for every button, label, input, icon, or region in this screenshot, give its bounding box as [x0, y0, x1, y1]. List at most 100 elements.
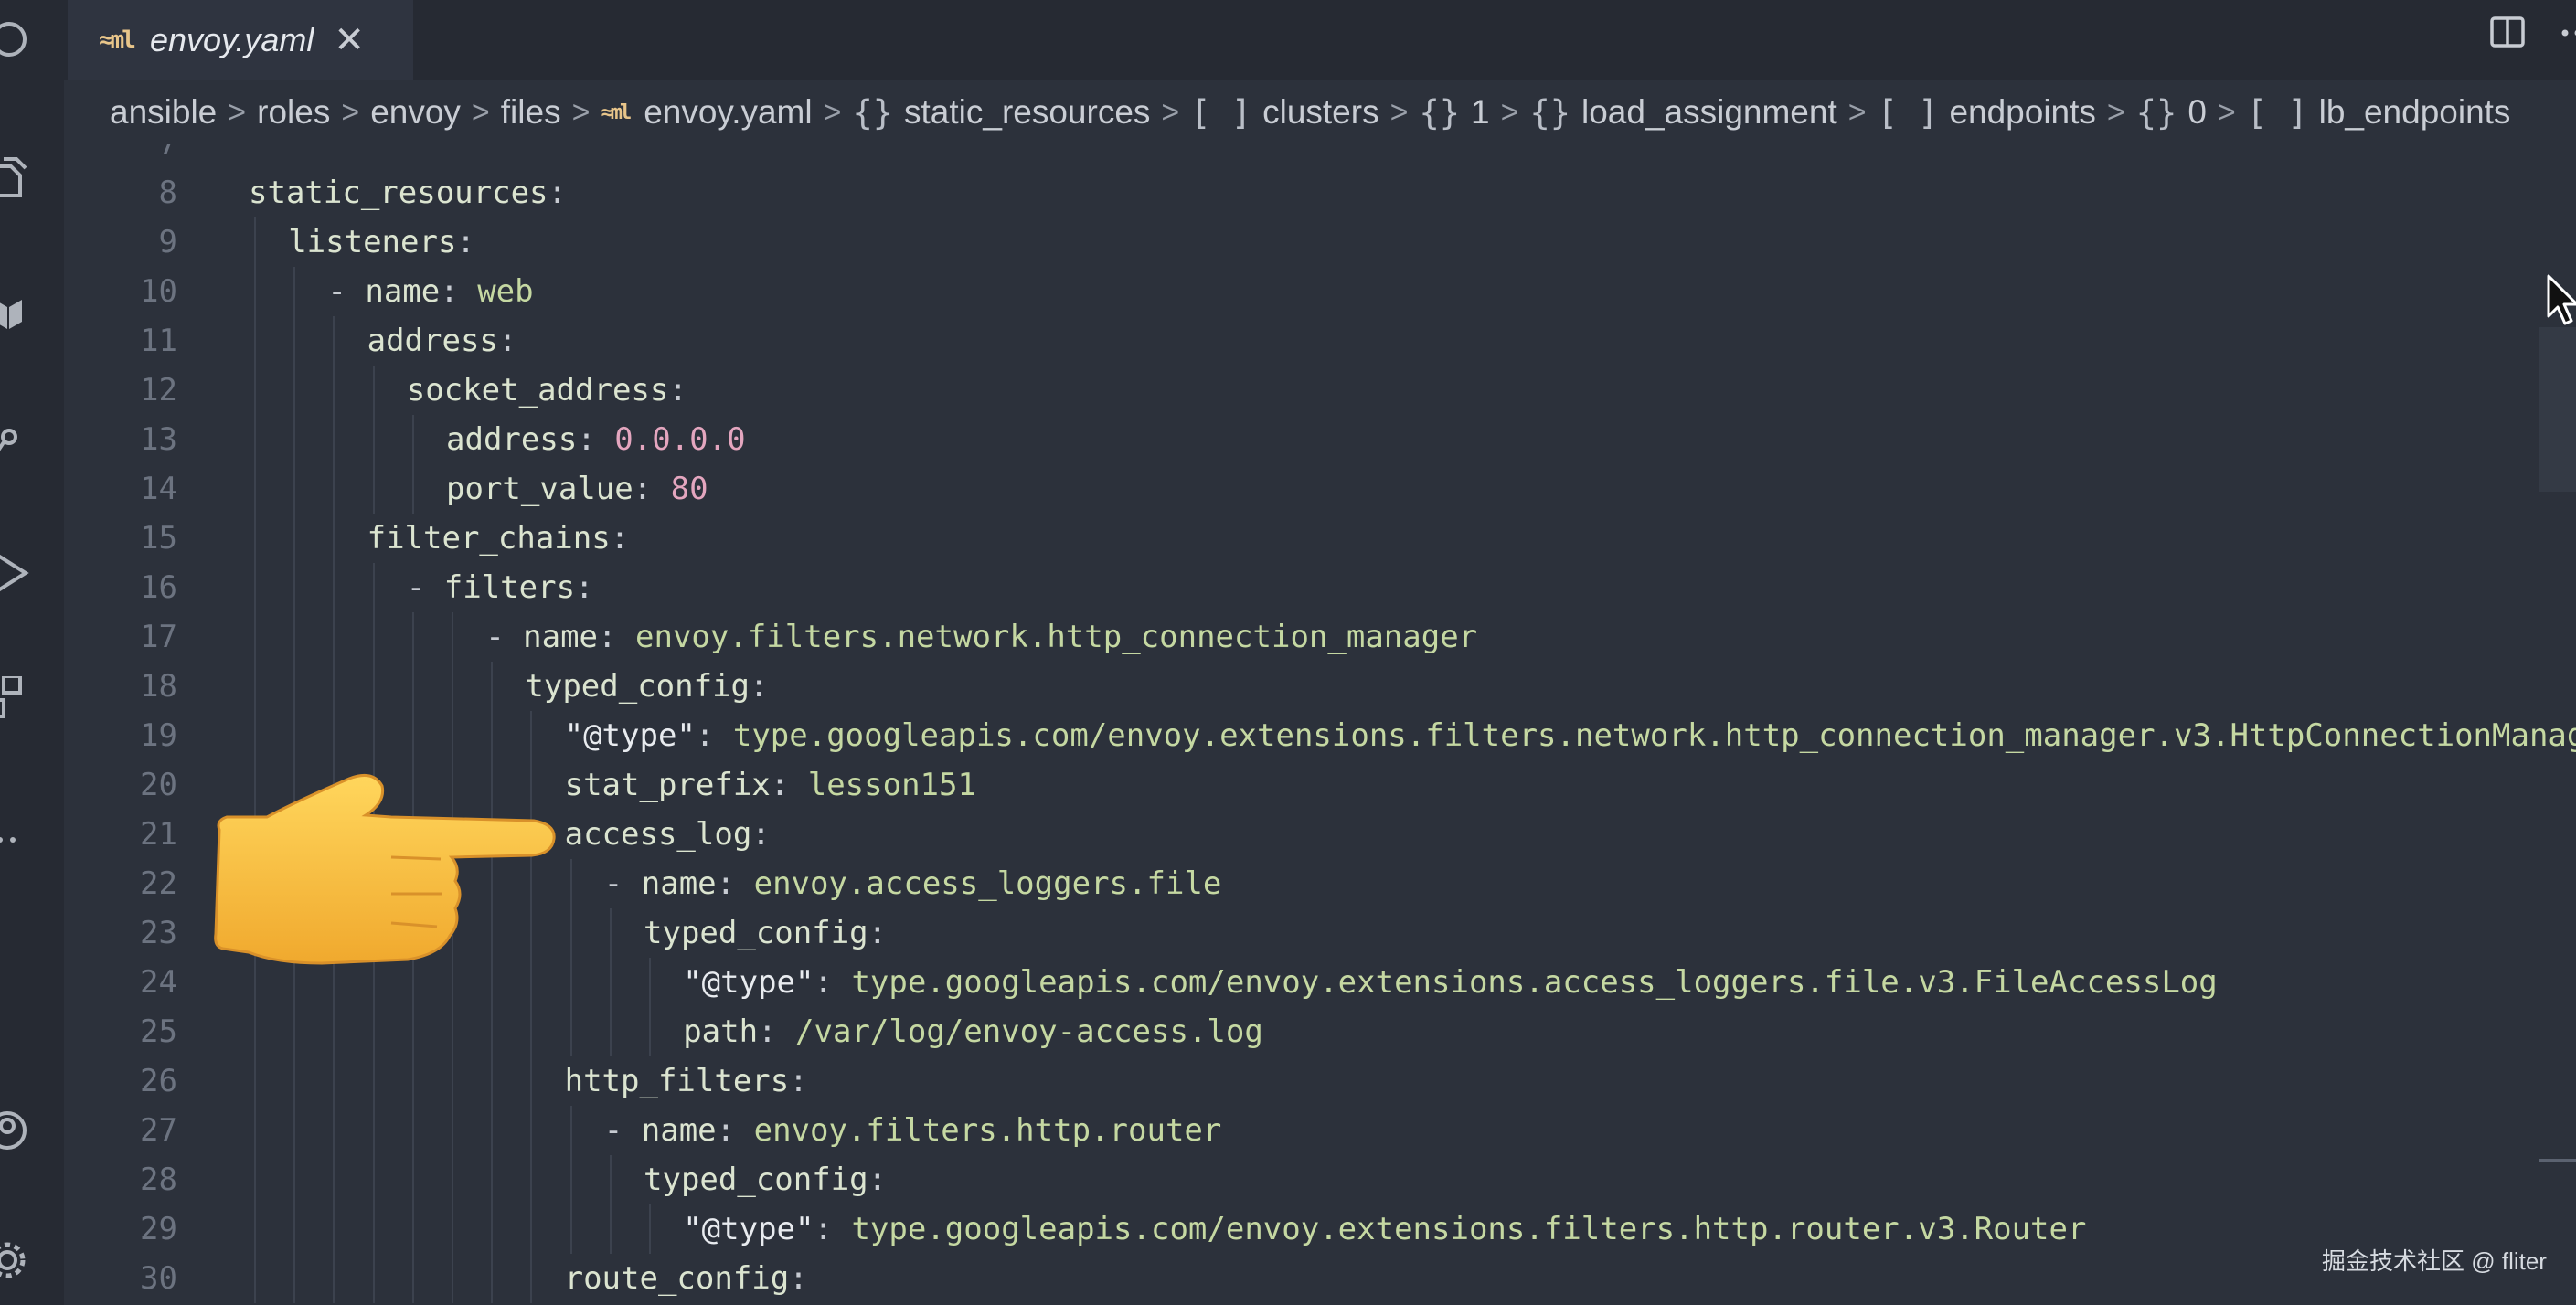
indent-guide	[372, 1204, 375, 1254]
run-debug-icon[interactable]	[0, 552, 37, 594]
breadcrumb-item[interactable]: files	[501, 93, 561, 132]
code-line[interactable]: 9 listeners:	[64, 218, 2550, 267]
breadcrumb-item[interactable]: {} 0	[2136, 93, 2207, 133]
code-line[interactable]: 28 typed_config:	[64, 1155, 2550, 1204]
indent-guide	[372, 563, 375, 612]
breadcrumb-item[interactable]: ansible	[110, 93, 217, 132]
breadcrumb-item[interactable]: [ ] lb_endpoints	[2247, 93, 2511, 133]
breadcrumb-item[interactable]: ≈ml envoy.yaml	[601, 93, 812, 132]
code-line[interactable]: 12 socket_address:	[64, 366, 2550, 415]
indent-guide	[372, 1106, 375, 1155]
yaml-key: access_log	[564, 816, 752, 853]
breadcrumb-item[interactable]: {} static_resources	[852, 93, 1150, 133]
extensions-icon[interactable]	[0, 292, 37, 334]
indent-guide	[254, 218, 256, 267]
breadcrumb-item[interactable]: roles	[257, 93, 330, 132]
breadcrumb-item[interactable]: {} load_assignment	[1529, 93, 1836, 133]
yaml-key: name	[523, 619, 599, 655]
colon: :	[814, 964, 833, 1001]
code-line[interactable]: 15 filter_chains:	[64, 514, 2550, 563]
code-line[interactable]: 17 - name: envoy.filters.network.http_con…	[64, 612, 2550, 662]
indent-guide	[254, 1056, 256, 1106]
line-number: 16	[140, 569, 177, 606]
indent-guide	[293, 1254, 296, 1303]
scrollbar-marker	[2539, 1159, 2576, 1162]
breadcrumb-separator: >	[228, 94, 247, 130]
account-icon[interactable]	[0, 1109, 37, 1151]
code-line[interactable]: 7	[64, 144, 2550, 168]
code-text: listeners:	[288, 218, 475, 267]
line-number: 22	[140, 865, 177, 902]
remote-explorer-icon[interactable]	[0, 674, 37, 718]
yaml-key: typed_config	[525, 668, 750, 705]
more-actions-icon[interactable]	[2556, 13, 2576, 53]
more-views-icon[interactable]	[0, 819, 37, 861]
breadcrumb-item[interactable]: [ ] endpoints	[1878, 93, 2096, 133]
line-number: 17	[140, 619, 177, 655]
breadcrumb-separator: >	[1500, 94, 1519, 130]
code-line[interactable]: 18 typed_config:	[64, 662, 2550, 711]
colon: :	[633, 471, 653, 507]
yaml-key: socket_address	[406, 372, 669, 408]
indent-guide	[649, 1007, 651, 1056]
code-text: path: /var/log/envoy-access.log	[683, 1007, 1263, 1056]
code-line[interactable]: 27 - name: envoy.filters.http.router	[64, 1106, 2550, 1155]
indent-guide	[530, 1254, 533, 1303]
code-editor[interactable]: 7 8 static_resources: 9 listeners: 10 - name: …	[64, 144, 2576, 1305]
breadcrumb-item[interactable]: envoy	[370, 93, 461, 132]
indent-guide	[569, 908, 572, 958]
indent-guide	[491, 1056, 494, 1106]
colon: :	[548, 175, 567, 211]
breadcrumb-label: static_resources	[904, 93, 1151, 131]
indent-guide	[530, 1155, 533, 1204]
settings-gear-icon[interactable]	[0, 1239, 37, 1281]
line-number: 23	[140, 915, 177, 951]
breadcrumb-item[interactable]: {} 1	[1419, 93, 1489, 133]
code-text: typed_config:	[644, 908, 887, 958]
explorer-files-icon[interactable]	[0, 157, 37, 199]
close-icon[interactable]: ✕	[334, 19, 365, 61]
breadcrumb-label: 0	[2187, 93, 2207, 131]
code-line[interactable]: 26 http_filters:	[64, 1056, 2550, 1106]
code-text: "@type": type.googleapis.com/envoy.exten…	[683, 958, 2218, 1007]
scrollbar-thumb[interactable]	[2539, 327, 2576, 492]
code-line[interactable]: 14 port_value: 80	[64, 464, 2550, 514]
object-symbol-icon: {}	[1419, 92, 1460, 133]
yaml-key: "@type"	[683, 1211, 814, 1247]
code-text: - filters:	[407, 563, 594, 612]
list-dash: -	[406, 569, 444, 606]
indent-guide	[452, 662, 453, 711]
line-number: 13	[140, 421, 177, 458]
yaml-value: type.googleapis.com/envoy.extensions.acc…	[851, 964, 2218, 1001]
array-symbol-icon: [ ]	[1190, 92, 1252, 133]
colon: :	[497, 323, 517, 359]
code-line[interactable]: 19 "@type": type.googleapis.com/envoy.ext…	[64, 711, 2576, 760]
indent-guide	[452, 1056, 453, 1106]
indent-guide	[491, 711, 494, 760]
list-dash: -	[485, 619, 524, 655]
code-line[interactable]: 11 address:	[64, 316, 2550, 366]
indent-guide	[333, 1155, 335, 1204]
code-line[interactable]: 10 - name: web	[64, 267, 2550, 316]
yaml-key: filter_chains	[367, 520, 611, 557]
code-line[interactable]: 25 path: /var/log/envoy-access.log	[64, 1007, 2550, 1056]
breadcrumb-item[interactable]: [ ] clusters	[1190, 93, 1378, 133]
code-line[interactable]: 16 - filters:	[64, 563, 2550, 612]
tab-envoy-yaml[interactable]: ≈ml envoy.yaml ✕	[68, 0, 413, 80]
indent-guide	[333, 366, 335, 415]
yaml-key: name	[365, 273, 441, 310]
split-editor-icon[interactable]	[2488, 13, 2528, 53]
code-line[interactable]: 29 "@type": type.googleapis.com/envoy.ext…	[64, 1204, 2550, 1254]
indent-guide	[452, 612, 453, 662]
code-line[interactable]: 30 route_config:	[64, 1254, 2550, 1303]
indent-guide	[372, 612, 375, 662]
circle-icon[interactable]	[0, 18, 37, 60]
object-symbol-icon: {}	[1529, 92, 1570, 133]
indent-guide	[372, 366, 375, 415]
code-line[interactable]: 13 address: 0.0.0.0	[64, 415, 2550, 464]
yaml-key: static_resources	[249, 175, 548, 211]
code-line[interactable]: 8 static_resources:	[64, 168, 2550, 218]
line-number: 20	[140, 767, 177, 803]
code-text: route_config:	[565, 1254, 808, 1303]
source-control-icon[interactable]	[0, 422, 37, 464]
